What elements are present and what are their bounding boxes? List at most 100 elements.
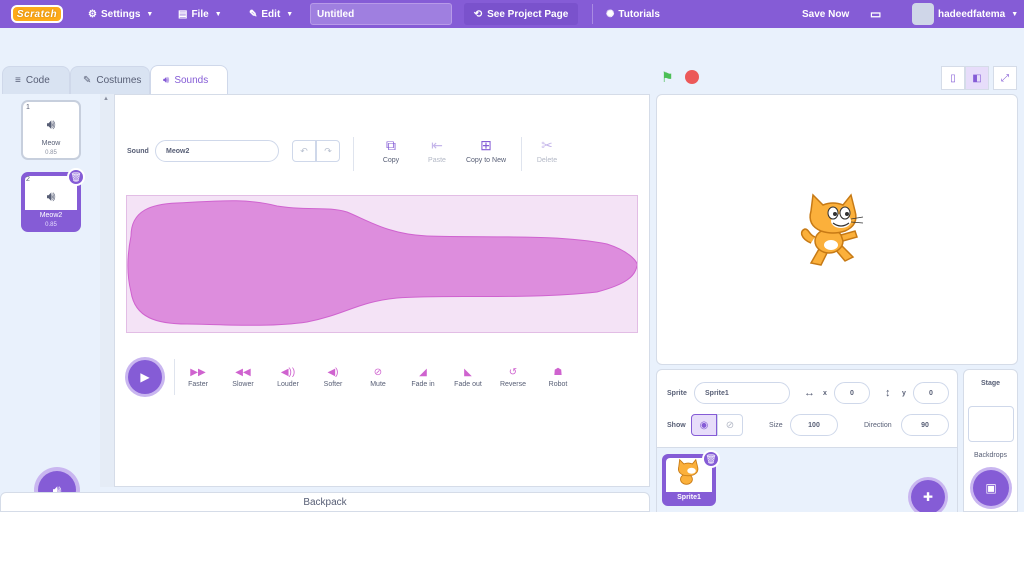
pencil-icon: ✎ <box>249 8 258 20</box>
speaker-icon: 🔊︎ <box>163 74 170 86</box>
sprite-list: Sprite1 🗑︎ ✚ <box>657 448 957 512</box>
sprite-label: Sprite <box>667 390 687 397</box>
stage-target-pane[interactable]: Stage Backdrops ▣ <box>963 369 1018 512</box>
paste-button[interactable]: ⇤ Paste <box>421 137 453 164</box>
scratch-logo[interactable]: Scratch <box>11 5 63 23</box>
copy-icon: ⧉ <box>386 137 396 153</box>
copy-to-new-button[interactable]: ⊞ Copy to New <box>461 137 511 164</box>
sprite-tile-label: Sprite1 <box>677 494 701 501</box>
effect-fade-out-button[interactable]: ◣ Fade out <box>446 367 490 388</box>
sprite-tile-sprite1[interactable]: Sprite1 🗑︎ <box>662 450 720 506</box>
copy-button[interactable]: ⧉ Copy <box>375 137 407 164</box>
tutorials-button[interactable]: ✺ Tutorials <box>606 0 660 28</box>
play-button[interactable]: ▶ <box>128 360 162 394</box>
stage-canvas[interactable] <box>656 94 1018 365</box>
waveform-shape <box>127 200 638 326</box>
settings-menu[interactable]: ⚙ Settings ▼ <box>88 0 153 28</box>
show-label: Show <box>667 422 686 429</box>
account-menu[interactable]: hadeedfatema ▼ <box>912 0 1018 28</box>
save-now-button[interactable]: Save Now <box>802 0 849 28</box>
sound-duration: 0.85 <box>45 150 57 156</box>
brush-icon: ✎ <box>83 75 92 86</box>
stage-thumbnail[interactable] <box>968 406 1014 442</box>
hide-sprite-button[interactable]: ⊘ <box>717 414 743 436</box>
effect-label: Slower <box>232 381 254 388</box>
paste-label: Paste <box>428 157 446 164</box>
x-label: x <box>823 390 827 397</box>
project-title-input[interactable]: Untitled <box>310 3 452 25</box>
editor-app: ≡ Code ✎ Costumes 🔊︎ Sounds 1 🔊︎ Meow 0.… <box>0 28 1024 512</box>
globe-icon: ⚙ <box>88 8 97 20</box>
effect-slower-button[interactable]: ◀◀ Slower <box>221 367 265 388</box>
menu-divider <box>592 4 593 24</box>
direction-input[interactable]: 90 <box>901 414 949 436</box>
effect-louder-button[interactable]: ◀)) Louder <box>266 367 310 388</box>
stop-icon[interactable] <box>685 70 699 84</box>
chevron-down-icon: ▼ <box>214 10 222 18</box>
effect-label: Fade in <box>411 381 435 388</box>
effect-fade-in-button[interactable]: ◢ Fade in <box>401 367 445 388</box>
effect-faster-button[interactable]: ▶▶ Faster <box>176 367 220 388</box>
tab-code[interactable]: ≡ Code <box>2 66 70 94</box>
slower-icon: ◀◀ <box>235 367 251 378</box>
scissors-icon: ✂ <box>541 137 553 153</box>
undo-button[interactable]: ↶ <box>292 140 316 162</box>
cat-plus-icon: ✚ <box>922 490 934 504</box>
chevron-down-icon: ▼ <box>146 10 154 18</box>
size-input[interactable]: 100 <box>790 414 838 436</box>
avatar <box>912 3 934 25</box>
cat-sprite[interactable] <box>797 191 873 271</box>
trash-icon[interactable]: 🗑︎ <box>702 450 720 468</box>
sprite-info-pane: Sprite Sprite1 ↔ x 0 ↕ y 0 Show ◉ ⊘ Size… <box>656 369 958 512</box>
backpack-bar[interactable]: Backpack <box>0 492 650 512</box>
add-sprite-button[interactable]: ✚ <box>911 480 945 512</box>
y-input[interactable]: 0 <box>913 382 949 404</box>
sound-tile-meow2[interactable]: 2 🔊︎ Meow2 0.85 🗑︎ <box>21 168 85 232</box>
scroll-up-icon[interactable]: ▲ <box>103 96 109 102</box>
effect-softer-button[interactable]: ◀) Softer <box>311 367 355 388</box>
tab-sounds[interactable]: 🔊︎ Sounds <box>150 65 228 94</box>
edit-label: Edit <box>261 8 281 20</box>
effect-label: Faster <box>188 381 208 388</box>
settings-label: Settings <box>100 8 141 20</box>
add-backdrop-button[interactable]: ▣ <box>973 470 1009 506</box>
effect-robot-button[interactable]: ☗ Robot <box>536 367 580 388</box>
faster-icon: ▶▶ <box>190 367 206 378</box>
see-project-page-button[interactable]: ⟲ See Project Page <box>464 3 578 25</box>
file-menu[interactable]: ▤ File ▼ <box>178 0 222 28</box>
effect-reverse-button[interactable]: ↺ Reverse <box>491 367 535 388</box>
effect-label: Softer <box>323 381 343 388</box>
file-icon: ▤ <box>178 8 188 20</box>
trash-icon[interactable]: 🗑︎ <box>67 168 85 186</box>
green-flag-icon[interactable]: ⚑ <box>661 69 674 86</box>
effect-mute-button[interactable]: ⊘ Mute <box>356 367 400 388</box>
sound-list-scrollbar[interactable]: ▲ <box>100 94 114 487</box>
sound-tile-meow[interactable]: 1 🔊︎ Meow 0.85 <box>21 100 81 160</box>
large-stage-button[interactable]: ◧ <box>965 66 989 90</box>
menu-bar: Scratch ⚙ Settings ▼ ▤ File ▼ ✎ Edit ▼ U… <box>0 0 1024 28</box>
tab-costumes[interactable]: ✎ Costumes <box>70 66 150 94</box>
folder-icon[interactable]: ▭ <box>870 0 881 28</box>
fullscreen-button[interactable]: ⤢ <box>993 66 1017 90</box>
delete-button[interactable]: ✂ Delete <box>531 137 563 164</box>
copy-to-new-icon: ⊞ <box>480 137 492 153</box>
tutorials-label: Tutorials <box>618 8 660 20</box>
file-label: File <box>191 8 209 20</box>
edit-menu[interactable]: ✎ Edit ▼ <box>249 0 293 28</box>
sound-name-input[interactable]: Meow2 <box>155 140 279 162</box>
show-sprite-button[interactable]: ◉ <box>691 414 717 436</box>
backdrops-label: Backdrops <box>973 452 1008 459</box>
horizontal-arrows-icon: ↔ <box>804 387 815 399</box>
small-stage-button[interactable]: ▯ <box>941 66 965 90</box>
fade-in-icon: ◢ <box>419 367 427 378</box>
x-input[interactable]: 0 <box>834 382 870 404</box>
sound-number: 2 <box>26 176 30 183</box>
tab-code-label: Code <box>25 75 50 86</box>
toolbar-divider <box>353 137 354 171</box>
play-icon: ▶ <box>140 370 150 384</box>
sound-waveform[interactable] <box>126 195 638 333</box>
redo-button[interactable]: ↷ <box>316 140 340 162</box>
sprite-name-input[interactable]: Sprite1 <box>694 382 790 404</box>
sound-name-label: Sound <box>127 148 149 155</box>
speaker-icon: 🔊︎ <box>46 116 56 132</box>
